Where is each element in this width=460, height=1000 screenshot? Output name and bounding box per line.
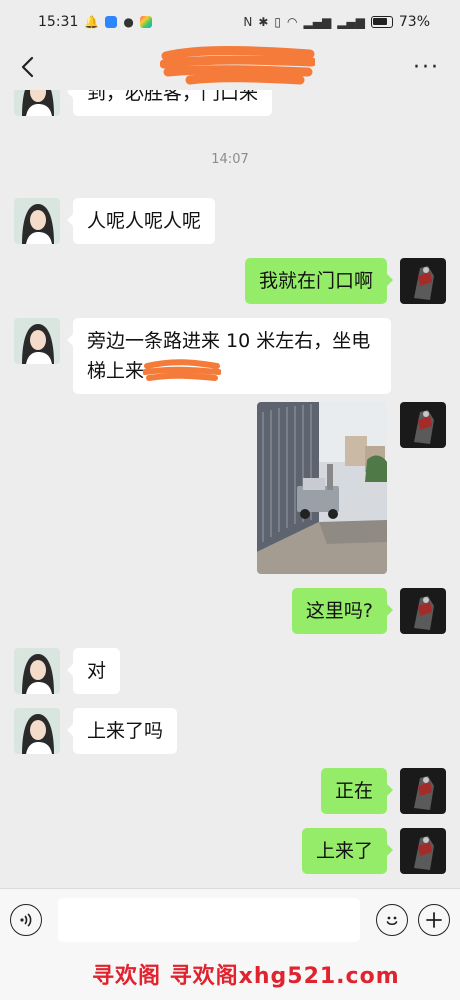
vibrate-icon: ▯ xyxy=(274,15,282,29)
message-sent-image xyxy=(257,402,446,574)
my-avatar[interactable] xyxy=(400,588,446,634)
contact-avatar[interactable] xyxy=(14,318,60,364)
wifi-icon: ◠ xyxy=(287,15,298,29)
watermark-text: 寻欢阁 寻欢阁xhg521.com xyxy=(92,964,400,989)
contact-avatar[interactable] xyxy=(14,90,60,116)
my-avatar[interactable] xyxy=(400,828,446,874)
message-sent: 这里吗? xyxy=(291,588,446,634)
message-list[interactable]: 到，必胜客，门口来 14:07 人呢人呢人呢 我就在门口啊 旁边一条路进来 10… xyxy=(0,90,460,888)
bell-icon: 🔔 xyxy=(84,15,100,29)
input-bar xyxy=(0,888,460,950)
status-time: 15:31 xyxy=(38,14,79,30)
nfc-icon: N xyxy=(243,15,253,29)
status-bar: 15:31 🔔 ● N ✱ ▯ ◠ ▂▄▆ ▂▄▆ 73% xyxy=(0,0,460,44)
battery-percent: 73% xyxy=(398,14,430,30)
my-avatar[interactable] xyxy=(400,258,446,304)
chat-header: ··· xyxy=(0,44,460,90)
message-bubble[interactable]: 到，必胜客，门口来 xyxy=(66,90,273,116)
redaction-scribble xyxy=(143,359,221,381)
message-input[interactable] xyxy=(58,897,360,942)
message-bubble[interactable]: 人呢人呢人呢 xyxy=(66,198,216,244)
contact-avatar[interactable] xyxy=(14,198,60,244)
back-icon[interactable] xyxy=(14,54,40,80)
message-bubble[interactable]: 对 xyxy=(66,648,121,694)
status-left: 15:31 🔔 ● xyxy=(38,14,152,30)
message-bubble[interactable]: 上来了 xyxy=(301,828,394,874)
contact-avatar[interactable] xyxy=(14,708,60,754)
message-timestamp: 14:07 xyxy=(211,152,249,167)
my-avatar[interactable] xyxy=(400,768,446,814)
chat-bubble-icon: ● xyxy=(123,15,134,29)
bluetooth-icon: ✱ xyxy=(258,15,269,29)
message-bubble[interactable]: 上来了吗 xyxy=(66,708,178,754)
watermark-bar: 寻欢阁 寻欢阁xhg521.com xyxy=(0,950,460,1000)
message-received: 上来了吗 xyxy=(14,708,178,754)
contact-avatar[interactable] xyxy=(14,648,60,694)
signal-5g-icon: ▂▄▆ xyxy=(303,15,332,29)
redacted-contact-name xyxy=(160,46,315,85)
message-received: 到，必胜客，门口来 xyxy=(14,90,273,116)
more-options-icon[interactable]: ··· xyxy=(413,55,440,80)
voice-input-icon[interactable] xyxy=(10,903,42,936)
message-sent: 上来了 xyxy=(301,828,446,874)
street-photo[interactable] xyxy=(257,402,387,574)
photos-app-icon xyxy=(139,16,152,28)
signal-4g-icon: ▂▄▆ xyxy=(337,15,365,29)
message-sent: 正在 xyxy=(320,768,446,814)
message-received: 对 xyxy=(14,648,121,694)
battery-icon xyxy=(370,16,393,28)
message-bubble[interactable]: 这里吗? xyxy=(291,588,394,634)
message-bubble[interactable]: 正在 xyxy=(320,768,394,814)
add-attachment-icon[interactable] xyxy=(418,903,450,936)
cloud-app-icon xyxy=(105,16,118,28)
status-right: N ✱ ▯ ◠ ▂▄▆ ▂▄▆ 73% xyxy=(243,14,430,30)
message-bubble[interactable]: 旁边一条路进来 10 米左右，坐电梯上来 xyxy=(67,318,391,394)
message-received: 旁边一条路进来 10 米左右，坐电梯上来 xyxy=(14,318,391,394)
message-bubble[interactable]: 我就在门口啊 xyxy=(244,258,394,304)
message-text: 旁边一条路进来 10 米左右，坐电梯上来 xyxy=(87,330,371,382)
message-sent: 我就在门口啊 xyxy=(244,258,446,304)
emoji-icon[interactable] xyxy=(376,903,408,936)
my-avatar[interactable] xyxy=(400,402,446,448)
message-received: 人呢人呢人呢 xyxy=(14,198,216,244)
